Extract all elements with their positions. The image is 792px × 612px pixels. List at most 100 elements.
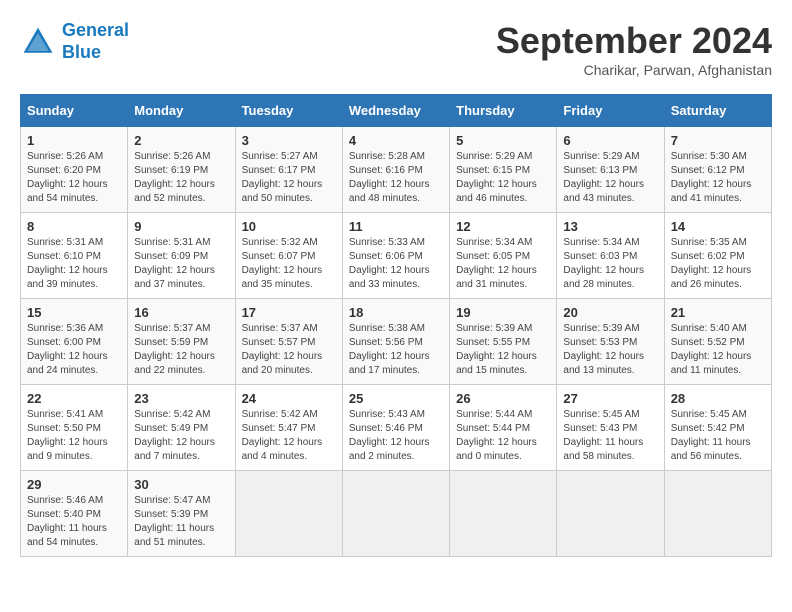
calendar-week-row: 1 Sunrise: 5:26 AMSunset: 6:20 PMDayligh… [21,127,772,213]
day-number: 6 [563,133,657,148]
day-info: Sunrise: 5:36 AMSunset: 6:00 PMDaylight:… [27,323,108,376]
calendar-week-row: 8 Sunrise: 5:31 AMSunset: 6:10 PMDayligh… [21,213,772,299]
day-info: Sunrise: 5:37 AMSunset: 5:57 PMDaylight:… [242,323,323,376]
day-info: Sunrise: 5:30 AMSunset: 6:12 PMDaylight:… [671,151,752,204]
day-info: Sunrise: 5:40 AMSunset: 5:52 PMDaylight:… [671,323,752,376]
calendar-cell: 20 Sunrise: 5:39 AMSunset: 5:53 PMDaylig… [557,299,664,385]
day-number: 29 [27,477,121,492]
day-info: Sunrise: 5:31 AMSunset: 6:10 PMDaylight:… [27,237,108,290]
day-info: Sunrise: 5:42 AMSunset: 5:49 PMDaylight:… [134,409,215,462]
calendar-week-row: 15 Sunrise: 5:36 AMSunset: 6:00 PMDaylig… [21,299,772,385]
day-number: 30 [134,477,228,492]
page-header: General Blue September 2024 Charikar, Pa… [20,20,772,78]
calendar-cell: 26 Sunrise: 5:44 AMSunset: 5:44 PMDaylig… [450,385,557,471]
title-block: September 2024 Charikar, Parwan, Afghani… [496,20,772,78]
day-info: Sunrise: 5:47 AMSunset: 5:39 PMDaylight:… [134,495,214,548]
day-number: 11 [349,219,443,234]
calendar-cell [557,471,664,557]
calendar-cell: 29 Sunrise: 5:46 AMSunset: 5:40 PMDaylig… [21,471,128,557]
day-number: 26 [456,391,550,406]
day-info: Sunrise: 5:37 AMSunset: 5:59 PMDaylight:… [134,323,215,376]
day-info: Sunrise: 5:42 AMSunset: 5:47 PMDaylight:… [242,409,323,462]
day-number: 23 [134,391,228,406]
day-info: Sunrise: 5:38 AMSunset: 5:56 PMDaylight:… [349,323,430,376]
calendar-cell: 23 Sunrise: 5:42 AMSunset: 5:49 PMDaylig… [128,385,235,471]
day-number: 10 [242,219,336,234]
calendar-cell [664,471,771,557]
logo-icon [20,24,56,60]
day-number: 18 [349,305,443,320]
calendar-cell: 13 Sunrise: 5:34 AMSunset: 6:03 PMDaylig… [557,213,664,299]
day-number: 24 [242,391,336,406]
day-number: 15 [27,305,121,320]
day-info: Sunrise: 5:45 AMSunset: 5:43 PMDaylight:… [563,409,643,462]
day-info: Sunrise: 5:39 AMSunset: 5:53 PMDaylight:… [563,323,644,376]
calendar-cell: 1 Sunrise: 5:26 AMSunset: 6:20 PMDayligh… [21,127,128,213]
day-info: Sunrise: 5:31 AMSunset: 6:09 PMDaylight:… [134,237,215,290]
calendar-cell: 10 Sunrise: 5:32 AMSunset: 6:07 PMDaylig… [235,213,342,299]
header-sunday: Sunday [21,95,128,127]
day-info: Sunrise: 5:34 AMSunset: 6:03 PMDaylight:… [563,237,644,290]
logo-text: General Blue [62,20,129,63]
calendar-cell: 15 Sunrise: 5:36 AMSunset: 6:00 PMDaylig… [21,299,128,385]
calendar-cell: 28 Sunrise: 5:45 AMSunset: 5:42 PMDaylig… [664,385,771,471]
header-monday: Monday [128,95,235,127]
calendar-cell [235,471,342,557]
calendar-cell: 5 Sunrise: 5:29 AMSunset: 6:15 PMDayligh… [450,127,557,213]
day-number: 25 [349,391,443,406]
logo-line1: General [62,20,129,40]
calendar-cell: 21 Sunrise: 5:40 AMSunset: 5:52 PMDaylig… [664,299,771,385]
day-info: Sunrise: 5:33 AMSunset: 6:06 PMDaylight:… [349,237,430,290]
calendar-cell: 6 Sunrise: 5:29 AMSunset: 6:13 PMDayligh… [557,127,664,213]
header-friday: Friday [557,95,664,127]
day-number: 19 [456,305,550,320]
day-info: Sunrise: 5:41 AMSunset: 5:50 PMDaylight:… [27,409,108,462]
calendar-cell: 18 Sunrise: 5:38 AMSunset: 5:56 PMDaylig… [342,299,449,385]
day-info: Sunrise: 5:35 AMSunset: 6:02 PMDaylight:… [671,237,752,290]
day-number: 20 [563,305,657,320]
day-number: 21 [671,305,765,320]
day-number: 14 [671,219,765,234]
day-number: 28 [671,391,765,406]
calendar-cell: 22 Sunrise: 5:41 AMSunset: 5:50 PMDaylig… [21,385,128,471]
day-number: 27 [563,391,657,406]
day-number: 17 [242,305,336,320]
day-number: 4 [349,133,443,148]
header-thursday: Thursday [450,95,557,127]
day-number: 13 [563,219,657,234]
day-info: Sunrise: 5:26 AMSunset: 6:19 PMDaylight:… [134,151,215,204]
calendar-cell: 2 Sunrise: 5:26 AMSunset: 6:19 PMDayligh… [128,127,235,213]
day-number: 2 [134,133,228,148]
calendar-cell: 3 Sunrise: 5:27 AMSunset: 6:17 PMDayligh… [235,127,342,213]
calendar-cell: 7 Sunrise: 5:30 AMSunset: 6:12 PMDayligh… [664,127,771,213]
day-number: 7 [671,133,765,148]
day-info: Sunrise: 5:43 AMSunset: 5:46 PMDaylight:… [349,409,430,462]
day-number: 9 [134,219,228,234]
calendar-cell [342,471,449,557]
calendar-cell: 16 Sunrise: 5:37 AMSunset: 5:59 PMDaylig… [128,299,235,385]
calendar-cell: 11 Sunrise: 5:33 AMSunset: 6:06 PMDaylig… [342,213,449,299]
day-number: 3 [242,133,336,148]
calendar-cell: 8 Sunrise: 5:31 AMSunset: 6:10 PMDayligh… [21,213,128,299]
calendar-cell: 24 Sunrise: 5:42 AMSunset: 5:47 PMDaylig… [235,385,342,471]
header-wednesday: Wednesday [342,95,449,127]
day-info: Sunrise: 5:29 AMSunset: 6:15 PMDaylight:… [456,151,537,204]
calendar-cell: 27 Sunrise: 5:45 AMSunset: 5:43 PMDaylig… [557,385,664,471]
day-info: Sunrise: 5:45 AMSunset: 5:42 PMDaylight:… [671,409,751,462]
header-tuesday: Tuesday [235,95,342,127]
day-info: Sunrise: 5:34 AMSunset: 6:05 PMDaylight:… [456,237,537,290]
calendar-cell: 12 Sunrise: 5:34 AMSunset: 6:05 PMDaylig… [450,213,557,299]
calendar-cell [450,471,557,557]
day-number: 16 [134,305,228,320]
calendar-cell: 30 Sunrise: 5:47 AMSunset: 5:39 PMDaylig… [128,471,235,557]
day-number: 22 [27,391,121,406]
calendar-table: SundayMondayTuesdayWednesdayThursdayFrid… [20,94,772,557]
day-info: Sunrise: 5:46 AMSunset: 5:40 PMDaylight:… [27,495,107,548]
calendar-header-row: SundayMondayTuesdayWednesdayThursdayFrid… [21,95,772,127]
location: Charikar, Parwan, Afghanistan [496,62,772,78]
calendar-cell: 4 Sunrise: 5:28 AMSunset: 6:16 PMDayligh… [342,127,449,213]
day-number: 8 [27,219,121,234]
calendar-cell: 14 Sunrise: 5:35 AMSunset: 6:02 PMDaylig… [664,213,771,299]
day-info: Sunrise: 5:28 AMSunset: 6:16 PMDaylight:… [349,151,430,204]
calendar-week-row: 22 Sunrise: 5:41 AMSunset: 5:50 PMDaylig… [21,385,772,471]
